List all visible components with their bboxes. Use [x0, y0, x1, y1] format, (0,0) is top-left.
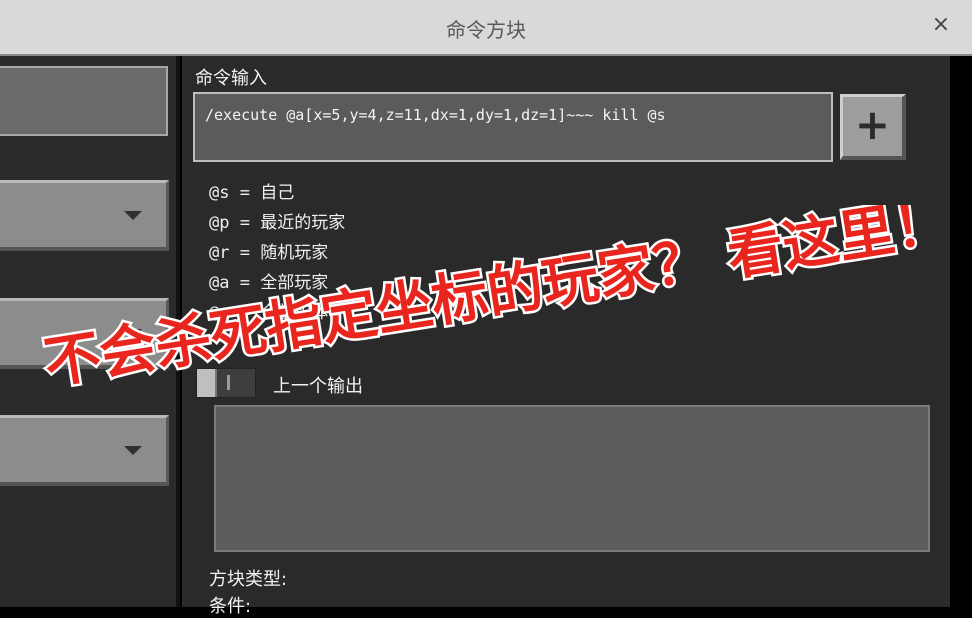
condition-label: 条件: — [209, 596, 252, 617]
close-icon[interactable]: × — [926, 10, 956, 40]
toggle-indicator — [227, 375, 230, 390]
title-bar: 命令方块 × — [0, 0, 972, 56]
add-button[interactable]: + — [840, 94, 906, 160]
block-type-label: 方块类型: — [209, 569, 288, 590]
selector-item: @s = 自己 — [209, 183, 295, 203]
command-input-label: 命令输入 — [195, 68, 267, 89]
block-type-dropdown[interactable] — [0, 180, 169, 251]
chevron-down-icon — [124, 211, 142, 220]
right-edge — [950, 56, 972, 607]
command-input[interactable]: /execute @a[x=5,y=4,z=11,dx=1,dy=1,dz=1]… — [193, 92, 833, 162]
selector-item: @p = 最近的玩家 — [209, 213, 346, 233]
window-title: 命令方块 — [446, 18, 526, 42]
selector-item: @e = 全部实体 — [209, 303, 329, 323]
selector-item: @r = 随机玩家 — [209, 243, 329, 263]
condition-dropdown[interactable] — [0, 298, 169, 369]
previous-output-toggle[interactable] — [196, 368, 256, 398]
block-preview — [0, 66, 168, 136]
selector-item: @a = 全部玩家 — [209, 273, 329, 293]
previous-output-box — [214, 405, 930, 552]
previous-output-label: 上一个输出 — [273, 376, 363, 397]
chevron-down-icon — [124, 446, 142, 455]
chevron-down-icon — [124, 329, 142, 338]
redstone-dropdown[interactable] — [0, 415, 169, 486]
toggle-knob — [197, 369, 217, 397]
